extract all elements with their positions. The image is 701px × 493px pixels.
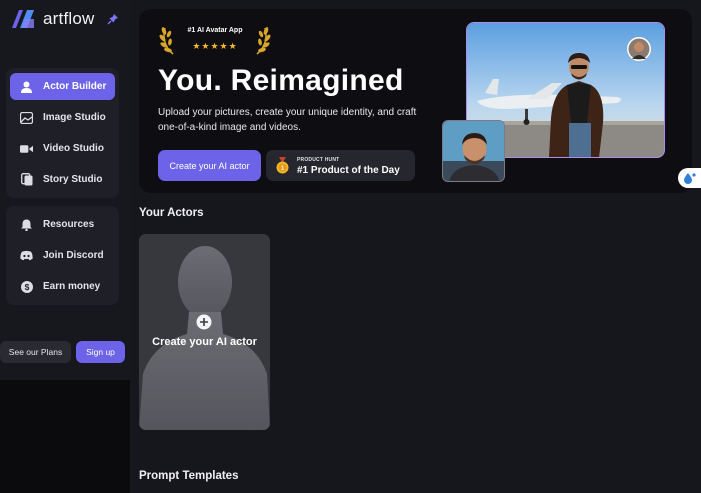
floating-assistant-button[interactable] — [678, 168, 701, 188]
primary-nav: Actor Builder Image Studio Video Studio … — [6, 68, 119, 198]
hero-subtitle: Upload your pictures, create your unique… — [158, 107, 417, 133]
sidebar: artflow Actor Builder Image Studio Video… — [0, 0, 130, 493]
sidebar-item-video-studio[interactable]: Video Studio — [10, 135, 115, 162]
product-hunt-label: #1 Product of the Day — [297, 165, 400, 176]
award-badge-text: #1 AI Avatar App — [187, 27, 243, 34]
sidebar-item-actor-builder[interactable]: Actor Builder — [10, 73, 115, 100]
sidebar-footer — [0, 380, 130, 493]
product-hunt-kicker: PRODUCT HUNT — [297, 157, 340, 163]
medal-icon: 1 — [276, 157, 289, 174]
user-icon — [20, 80, 33, 93]
sidebar-item-label: Join Discord — [43, 250, 104, 261]
sidebar-item-resources[interactable]: Resources — [10, 211, 115, 238]
sidebar-item-label: Story Studio — [43, 174, 103, 185]
prompt-templates-heading: Prompt Templates — [139, 470, 239, 482]
sidebar-item-story-studio[interactable]: Story Studio — [10, 166, 115, 193]
create-actor-label: Create your AI actor — [152, 336, 257, 348]
secondary-nav: Resources Join Discord $ Earn money — [6, 206, 119, 305]
app-name: artflow — [43, 9, 95, 28]
create-actor-card[interactable]: Create your AI actor — [139, 234, 270, 430]
droplet-icon — [683, 173, 696, 184]
video-icon — [20, 142, 33, 155]
dollar-icon: $ — [20, 280, 33, 293]
sidebar-item-label: Resources — [43, 219, 95, 230]
see-plans-button[interactable]: See our Plans — [0, 341, 71, 363]
hero-source-photo — [442, 120, 505, 182]
sidebar-item-label: Earn money — [43, 281, 101, 292]
sidebar-item-label: Actor Builder — [43, 81, 107, 92]
sidebar-item-label: Video Studio — [43, 143, 104, 154]
logo[interactable]: artflow — [10, 8, 94, 30]
sidebar-item-earn-money[interactable]: $ Earn money — [10, 273, 115, 300]
rating-stars: ★★★★★ — [192, 41, 238, 51]
bell-icon — [20, 218, 33, 231]
product-hunt-badge[interactable]: 1 PRODUCT HUNT #1 Product of the Day — [266, 150, 415, 181]
pin-icon[interactable] — [107, 13, 119, 25]
story-icon — [20, 173, 33, 186]
silhouette-placeholder — [139, 234, 270, 430]
sidebar-item-image-studio[interactable]: Image Studio — [10, 104, 115, 131]
sidebar-item-label: Image Studio — [43, 112, 106, 123]
svg-text:$: $ — [24, 282, 29, 292]
sign-up-button[interactable]: Sign up — [76, 341, 125, 363]
sidebar-item-join-discord[interactable]: Join Discord — [10, 242, 115, 269]
award-badge: #1 AI Avatar App ★★★★★ — [159, 22, 271, 56]
your-actors-heading: Your Actors — [139, 207, 204, 219]
artflow-logo-icon — [12, 10, 34, 28]
create-ai-actor-button[interactable]: Create your AI actor — [158, 150, 261, 181]
image-icon — [20, 111, 33, 124]
discord-icon — [20, 249, 33, 262]
hero-title: You. Reimagined — [158, 64, 404, 97]
plus-icon — [196, 314, 212, 330]
hero-banner: #1 AI Avatar App ★★★★★ You. Reimagined U… — [139, 9, 692, 193]
